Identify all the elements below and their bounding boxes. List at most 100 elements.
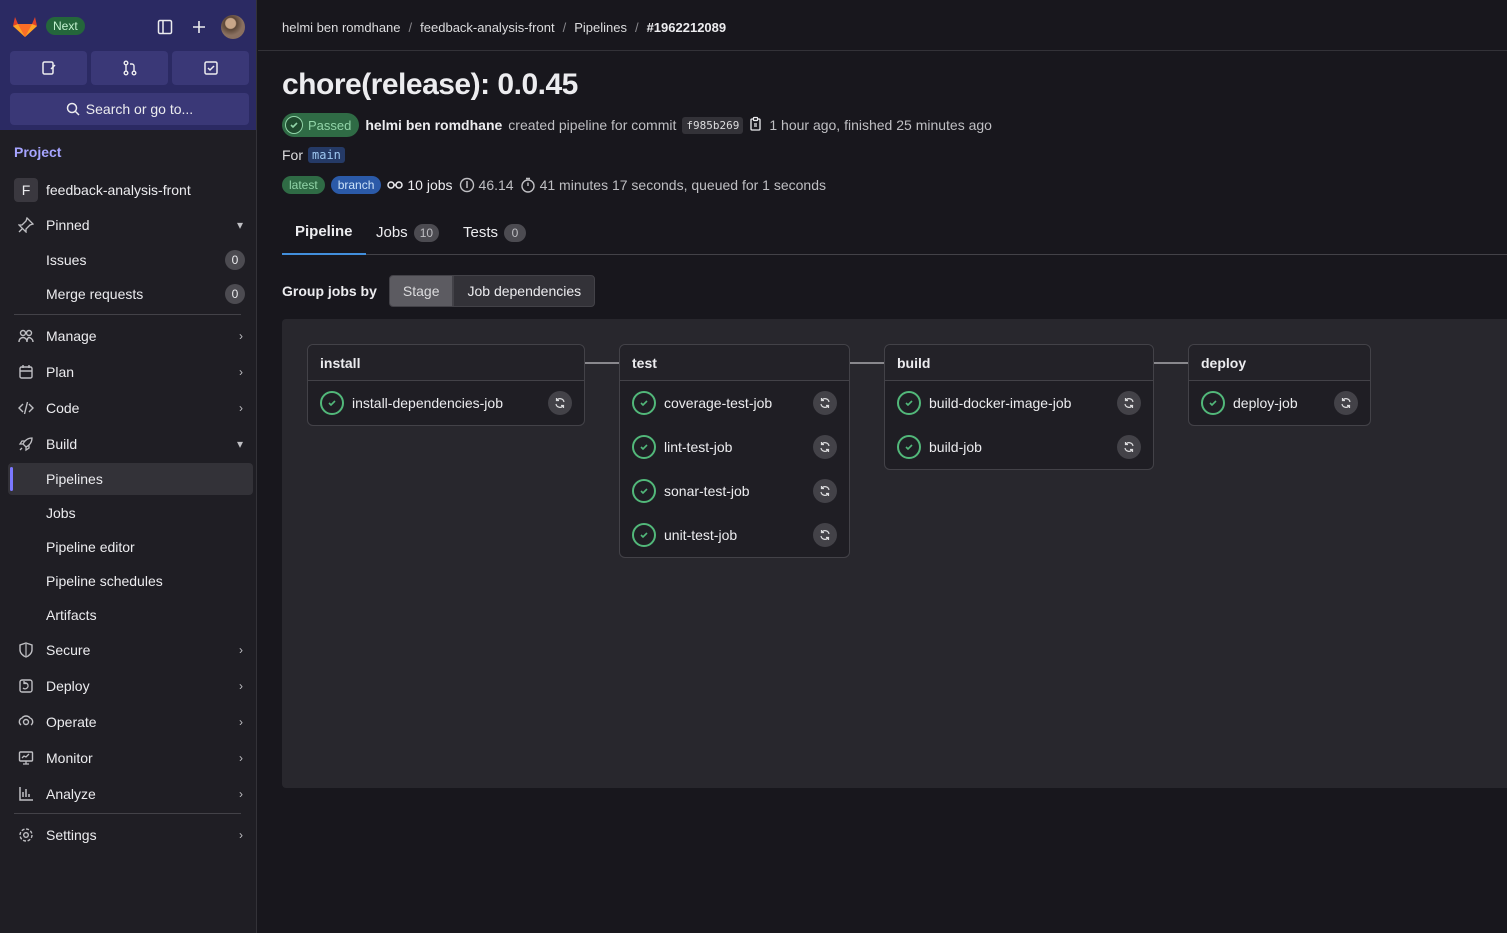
duration-value: 41 minutes 17 seconds, queued for 1 seco… bbox=[539, 177, 827, 193]
job-row[interactable]: lint-test-job bbox=[620, 425, 849, 469]
sidebar-item-operate[interactable]: Operate › bbox=[8, 706, 253, 738]
merge-requests-button[interactable] bbox=[91, 51, 168, 85]
sidebar-item-label: Settings bbox=[46, 827, 97, 843]
code-icon bbox=[16, 398, 36, 418]
retry-icon[interactable] bbox=[548, 391, 572, 415]
breadcrumb-item-user[interactable]: helmi ben romdhane bbox=[282, 20, 401, 35]
retry-icon[interactable] bbox=[1117, 435, 1141, 459]
job-row[interactable]: coverage-test-job bbox=[620, 381, 849, 425]
job-row[interactable]: build-job bbox=[885, 425, 1153, 469]
sidebar-item-pipelines[interactable]: Pipelines bbox=[8, 463, 253, 495]
job-row[interactable]: sonar-test-job bbox=[620, 469, 849, 513]
sidebar-item-analyze[interactable]: Analyze › bbox=[8, 778, 253, 810]
chart-icon bbox=[16, 784, 36, 804]
gear-icon bbox=[16, 825, 36, 845]
author-link[interactable]: helmi ben romdhane bbox=[365, 117, 502, 133]
tab-label: Pipeline bbox=[295, 223, 353, 240]
sidebar-item-pipeline-editor[interactable]: Pipeline editor bbox=[8, 531, 253, 563]
sidebar-item-merge-requests[interactable]: Merge requests 0 bbox=[8, 278, 253, 310]
breadcrumb: helmi ben romdhane / feedback-analysis-f… bbox=[282, 20, 726, 35]
group-by-control: Group jobs by Stage Job dependencies bbox=[282, 275, 596, 307]
job-name: build-job bbox=[929, 439, 982, 455]
plus-icon[interactable] bbox=[188, 16, 210, 38]
sidebar-item-plan[interactable]: Plan › bbox=[8, 356, 253, 388]
chevron-right-icon: › bbox=[239, 751, 243, 765]
status-badge[interactable]: Passed bbox=[282, 113, 360, 137]
retry-icon[interactable] bbox=[813, 391, 837, 415]
stage-install: install install-dependencies-job bbox=[307, 344, 585, 426]
sidebar-item-pipeline-schedules[interactable]: Pipeline schedules bbox=[8, 565, 253, 597]
sidebar-item-code[interactable]: Code › bbox=[8, 392, 253, 424]
search-label: Search or go to... bbox=[85, 101, 194, 117]
job-success-icon bbox=[632, 391, 656, 415]
breadcrumb-item-pipelines[interactable]: Pipelines bbox=[574, 20, 627, 35]
chevron-right-icon: › bbox=[239, 643, 243, 657]
assigned-issues-button[interactable] bbox=[10, 51, 87, 85]
sidebar-item-jobs[interactable]: Jobs bbox=[8, 497, 253, 529]
chevron-right-icon: › bbox=[239, 828, 243, 842]
job-row[interactable]: build-docker-image-job bbox=[885, 381, 1153, 425]
breadcrumb-item-pipeline-id[interactable]: #1962212089 bbox=[647, 20, 727, 35]
check-circle-icon bbox=[285, 116, 303, 134]
stage-title: deploy bbox=[1189, 345, 1370, 381]
avatar[interactable] bbox=[221, 15, 245, 39]
pipeline-icon bbox=[387, 181, 404, 189]
ref-row: For main bbox=[282, 147, 345, 163]
sidebar-item-deploy[interactable]: Deploy › bbox=[8, 670, 253, 702]
todo-button[interactable] bbox=[172, 51, 249, 85]
sidebar-item-manage[interactable]: Manage › bbox=[8, 320, 253, 352]
sidebar-item-artifacts[interactable]: Artifacts bbox=[8, 599, 253, 631]
retry-icon[interactable] bbox=[813, 523, 837, 547]
stage-title: test bbox=[620, 345, 849, 381]
compute-value: 46.14 bbox=[478, 177, 514, 193]
retry-icon[interactable] bbox=[1334, 391, 1358, 415]
todo-icon bbox=[203, 61, 218, 75]
copy-icon[interactable] bbox=[749, 116, 763, 135]
issues-icon bbox=[41, 61, 56, 75]
sidebar-toggle-icon[interactable] bbox=[154, 16, 176, 38]
issues-count-badge: 0 bbox=[225, 250, 245, 270]
job-row[interactable]: deploy-job bbox=[1189, 381, 1370, 425]
gitlab-logo-icon[interactable] bbox=[12, 14, 38, 38]
sidebar-item-label: Build bbox=[46, 436, 78, 452]
tab-tests[interactable]: Tests 0 bbox=[463, 210, 527, 255]
sidebar-item-issues[interactable]: Issues 0 bbox=[8, 244, 253, 276]
next-badge[interactable]: Next bbox=[46, 17, 85, 35]
job-row[interactable]: install-dependencies-job bbox=[308, 381, 584, 425]
job-name: unit-test-job bbox=[664, 527, 738, 543]
sidebar-item-settings[interactable]: Settings › bbox=[8, 819, 253, 851]
breadcrumb-item-project[interactable]: feedback-analysis-front bbox=[420, 20, 554, 35]
tab-pipeline[interactable]: Pipeline bbox=[282, 210, 366, 255]
ref-link[interactable]: main bbox=[308, 147, 345, 163]
duration-stat: 41 minutes 17 seconds, queued for 1 seco… bbox=[520, 177, 826, 193]
merge-requests-count-badge: 0 bbox=[225, 284, 245, 304]
search-button[interactable]: Search or go to... bbox=[10, 93, 249, 125]
sidebar-item-label: Monitor bbox=[46, 750, 93, 766]
sidebar-item-label: Pipeline editor bbox=[46, 539, 135, 555]
group-by-stage-button[interactable]: Stage bbox=[388, 275, 454, 307]
sidebar-item-label: Plan bbox=[46, 364, 75, 380]
sidebar-item-secure[interactable]: Secure › bbox=[8, 634, 253, 666]
job-row[interactable]: unit-test-job bbox=[620, 513, 849, 557]
tab-jobs[interactable]: Jobs 10 bbox=[376, 210, 440, 255]
sidebar-item-build[interactable]: Build ▾ bbox=[8, 428, 253, 460]
retry-icon[interactable] bbox=[813, 479, 837, 503]
job-name: lint-test-job bbox=[664, 439, 733, 455]
stage-title: build bbox=[885, 345, 1153, 381]
time-text: 1 hour ago, finished 25 minutes ago bbox=[769, 117, 992, 133]
project-link[interactable]: F feedback-analysis-front bbox=[14, 178, 191, 202]
for-label: For bbox=[282, 147, 303, 163]
group-by-dependencies-button[interactable]: Job dependencies bbox=[453, 275, 596, 307]
sidebar-item-monitor[interactable]: Monitor › bbox=[8, 742, 253, 774]
retry-icon[interactable] bbox=[1117, 391, 1141, 415]
sidebar-item-label: Manage bbox=[46, 328, 97, 344]
job-name: install-dependencies-job bbox=[352, 395, 503, 411]
chevron-right-icon: › bbox=[239, 365, 243, 379]
sidebar-item-pinned[interactable]: Pinned ▾ bbox=[8, 209, 253, 241]
job-success-icon bbox=[632, 523, 656, 547]
stage-deploy: deploy deploy-job bbox=[1188, 344, 1371, 426]
retry-icon[interactable] bbox=[813, 435, 837, 459]
commit-sha[interactable]: f985b269 bbox=[682, 116, 744, 134]
stage-connector bbox=[1154, 362, 1188, 364]
sidebar-item-label: Merge requests bbox=[46, 286, 144, 302]
